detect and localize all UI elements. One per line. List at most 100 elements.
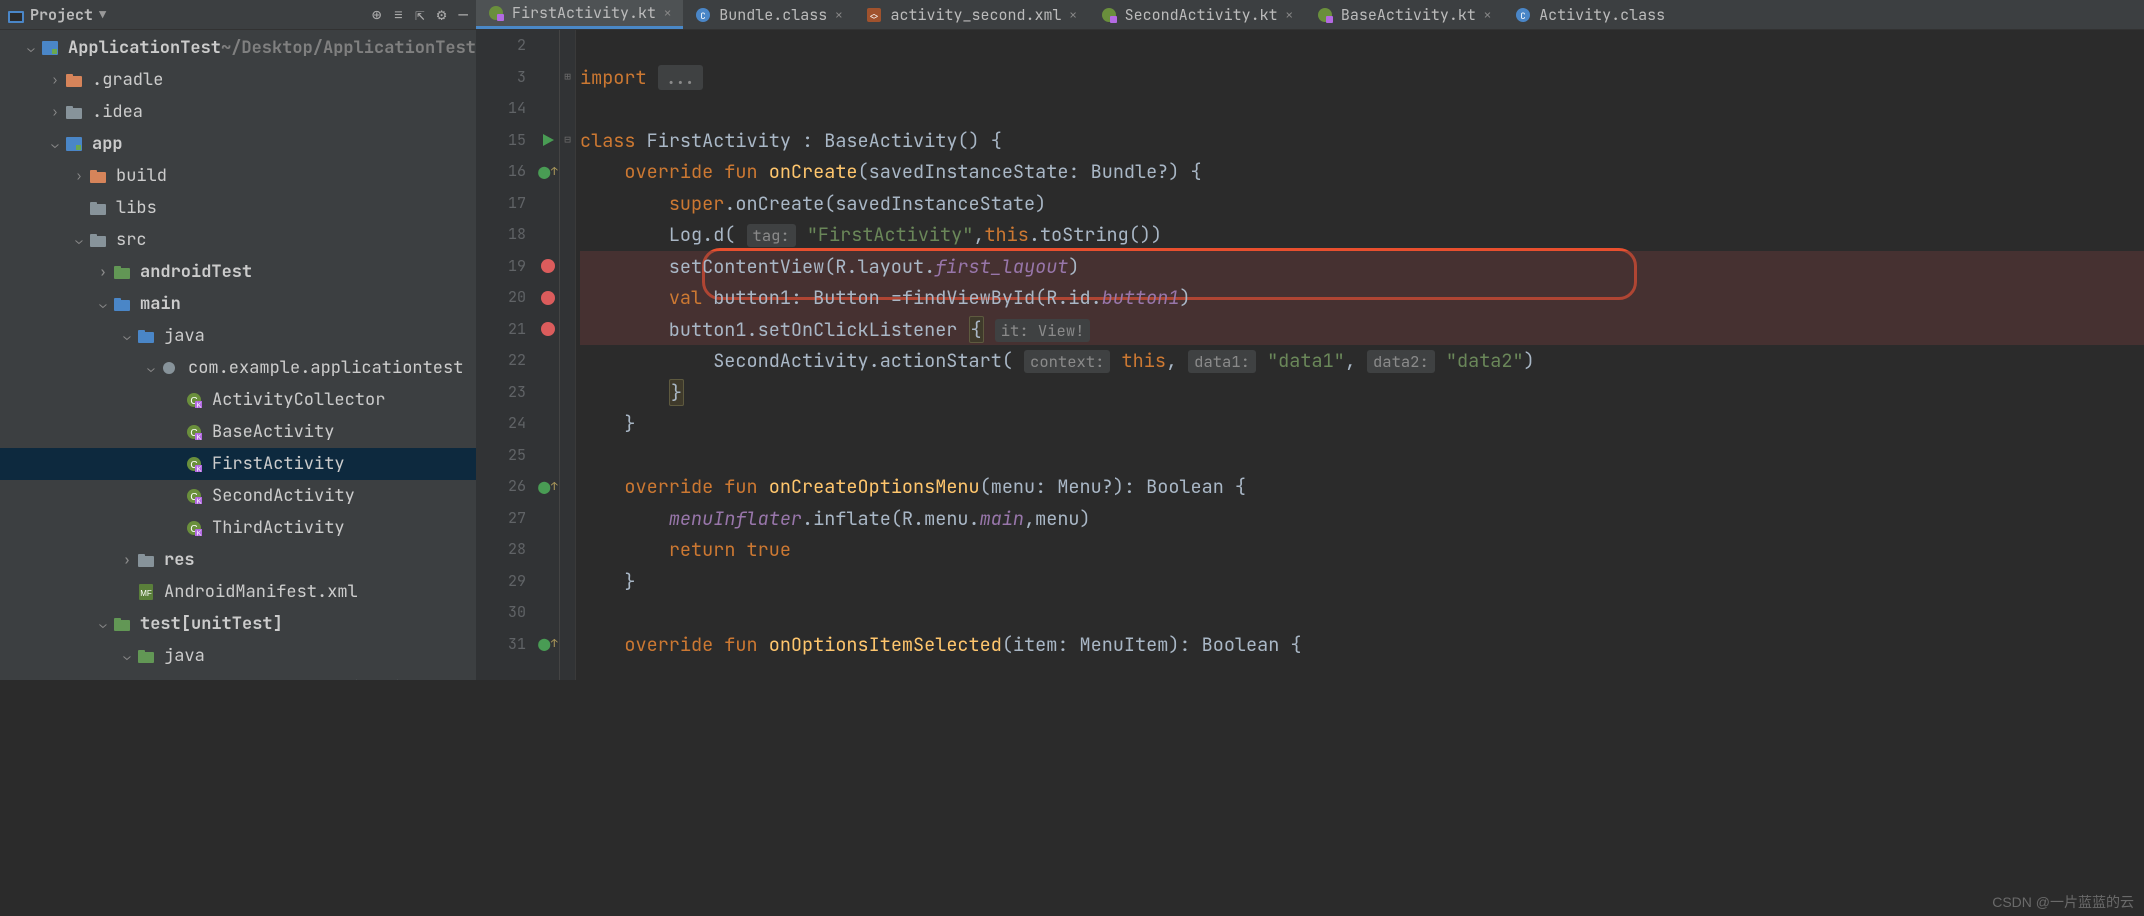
line-number[interactable]: 28 <box>476 534 536 566</box>
gutter-marker[interactable] <box>536 188 559 220</box>
project-tree[interactable]: ⌄ApplicationTest ~/Desktop/ApplicationTe… <box>0 30 476 680</box>
editor-tab[interactable]: FirstActivity.kt✕ <box>476 0 683 29</box>
override-icon[interactable]: ⬤ <box>537 164 550 180</box>
tree-chevron-icon[interactable]: ⌄ <box>24 40 38 56</box>
code-line[interactable]: override fun onOptionsItemSelected(item:… <box>580 629 2144 661</box>
gutter-marker[interactable]: ⬤↑ <box>536 471 559 503</box>
tree-item[interactable]: ⌄ApplicationTest ~/Desktop/ApplicationTe… <box>0 32 476 64</box>
gutter-marker[interactable]: ⬤↑ <box>536 629 559 661</box>
line-number[interactable]: 25 <box>476 440 536 472</box>
line-number[interactable]: 22 <box>476 345 536 377</box>
tree-item[interactable]: CKBaseActivity <box>0 416 476 448</box>
line-number[interactable]: 14 <box>476 93 536 125</box>
settings-icon[interactable]: ⚙ <box>437 4 447 25</box>
line-number[interactable]: 29 <box>476 566 536 598</box>
select-opened-icon[interactable]: ⊕ <box>372 4 382 25</box>
code-content[interactable]: import ...class FirstActivity : BaseActi… <box>576 30 2144 680</box>
line-number[interactable]: 26 <box>476 471 536 503</box>
code-line[interactable]: menuInflater.inflate(R.menu.main,menu) <box>580 503 2144 535</box>
override-icon[interactable]: ⬤ <box>537 479 550 495</box>
tree-item[interactable]: MFAndroidManifest.xml <box>0 576 476 608</box>
code-line[interactable]: setContentView(R.layout.first_layout) <box>580 251 2144 283</box>
line-number[interactable]: 3 <box>476 62 536 94</box>
tree-chevron-icon[interactable]: › <box>96 264 110 280</box>
fold-mark[interactable] <box>560 597 575 629</box>
editor-tab[interactable]: CBundle.class✕ <box>683 0 854 29</box>
breakpoint-icon[interactable] <box>541 291 555 305</box>
tree-item[interactable]: ›.gradle <box>0 64 476 96</box>
tree-item[interactable]: libs <box>0 192 476 224</box>
fold-mark[interactable]: ⊟ <box>560 125 575 157</box>
line-number[interactable]: 30 <box>476 597 536 629</box>
tree-item[interactable]: ⌄java <box>0 320 476 352</box>
gutter-marker[interactable] <box>536 282 559 314</box>
code-line[interactable]: class FirstActivity : BaseActivity() { <box>580 125 2144 157</box>
fold-mark[interactable] <box>560 314 575 346</box>
gutter-marker[interactable] <box>536 30 559 62</box>
fold-mark[interactable] <box>560 408 575 440</box>
code-line[interactable]: SecondActivity.actionStart( context: thi… <box>580 345 2144 377</box>
gutter-marker[interactable] <box>536 93 559 125</box>
code-line[interactable] <box>580 93 2144 125</box>
fold-mark[interactable] <box>560 345 575 377</box>
fold-mark[interactable]: ⊞ <box>560 62 575 94</box>
fold-mark[interactable] <box>560 503 575 535</box>
editor-tab[interactable]: BaseActivity.kt✕ <box>1305 0 1503 29</box>
gutter-marker[interactable] <box>536 597 559 629</box>
line-number[interactable]: 15 <box>476 125 536 157</box>
breakpoint-icon[interactable] <box>541 322 555 336</box>
editor-tab[interactable]: <>activity_second.xml✕ <box>854 0 1088 29</box>
code-line[interactable] <box>580 30 2144 62</box>
code-line[interactable]: override fun onCreate(savedInstanceState… <box>580 156 2144 188</box>
fold-mark[interactable] <box>560 30 575 62</box>
gutter-marker[interactable] <box>536 566 559 598</box>
tree-item[interactable]: ⌄main <box>0 288 476 320</box>
gutter-marker[interactable] <box>536 503 559 535</box>
tree-item[interactable]: ›res <box>0 544 476 576</box>
gutter-marker[interactable] <box>536 440 559 472</box>
code-line[interactable]: } <box>580 566 2144 598</box>
tree-chevron-icon[interactable]: › <box>48 104 62 120</box>
fold-mark[interactable] <box>560 566 575 598</box>
line-number[interactable]: 16 <box>476 156 536 188</box>
code-line[interactable]: } <box>580 408 2144 440</box>
tab-close-icon[interactable]: ✕ <box>835 7 842 23</box>
tree-item[interactable]: ⌄app <box>0 128 476 160</box>
fold-mark[interactable] <box>560 188 575 220</box>
code-line[interactable]: override fun onCreateOptionsMenu(menu: M… <box>580 471 2144 503</box>
code-line[interactable]: button1.setOnClickListener { it: View! <box>580 314 2144 346</box>
line-number[interactable]: 18 <box>476 219 536 251</box>
code-line[interactable] <box>580 440 2144 472</box>
gutter-markers[interactable]: ⬤↑⬤↑⬤↑ <box>536 30 560 680</box>
code-line[interactable]: return true <box>580 534 2144 566</box>
tree-chevron-icon[interactable]: ⌄ <box>144 360 158 376</box>
tree-item[interactable]: ›com.example.applicationtest <box>0 672 476 680</box>
dropdown-arrow-icon[interactable]: ▼ <box>99 7 106 23</box>
tree-chevron-icon[interactable]: › <box>72 168 86 184</box>
tree-chevron-icon[interactable]: ⌄ <box>120 328 134 344</box>
gutter-marker[interactable] <box>536 314 559 346</box>
override-icon[interactable]: ⬤ <box>537 636 550 652</box>
tree-item[interactable]: CKSecondActivity <box>0 480 476 512</box>
breakpoint-icon[interactable] <box>541 259 555 273</box>
tab-close-icon[interactable]: ✕ <box>1286 7 1293 23</box>
tree-chevron-icon[interactable]: › <box>48 72 62 88</box>
collapse-all-icon[interactable]: ⇱ <box>415 4 425 25</box>
fold-mark[interactable] <box>560 93 575 125</box>
run-gutter-icon[interactable] <box>541 133 555 147</box>
fold-mark[interactable] <box>560 251 575 283</box>
tree-chevron-icon[interactable]: ⌄ <box>96 296 110 312</box>
fold-mark[interactable] <box>560 282 575 314</box>
code-line[interactable]: } <box>580 377 2144 409</box>
hide-icon[interactable]: — <box>458 4 468 25</box>
editor-tab[interactable]: CActivity.class <box>1503 0 1677 29</box>
tree-item[interactable]: ⌄test [unitTest] <box>0 608 476 640</box>
tree-chevron-icon[interactable]: ⌄ <box>120 648 134 664</box>
fold-mark[interactable] <box>560 377 575 409</box>
tree-item[interactable]: ›androidTest <box>0 256 476 288</box>
project-tool-header[interactable]: Project ▼ ⊕ ≡ ⇱ ⚙ — <box>0 0 476 30</box>
gutter-marker[interactable] <box>536 219 559 251</box>
code-line[interactable]: super.onCreate(savedInstanceState) <box>580 188 2144 220</box>
gutter-marker[interactable] <box>536 408 559 440</box>
tree-item[interactable]: ⌄java <box>0 640 476 672</box>
